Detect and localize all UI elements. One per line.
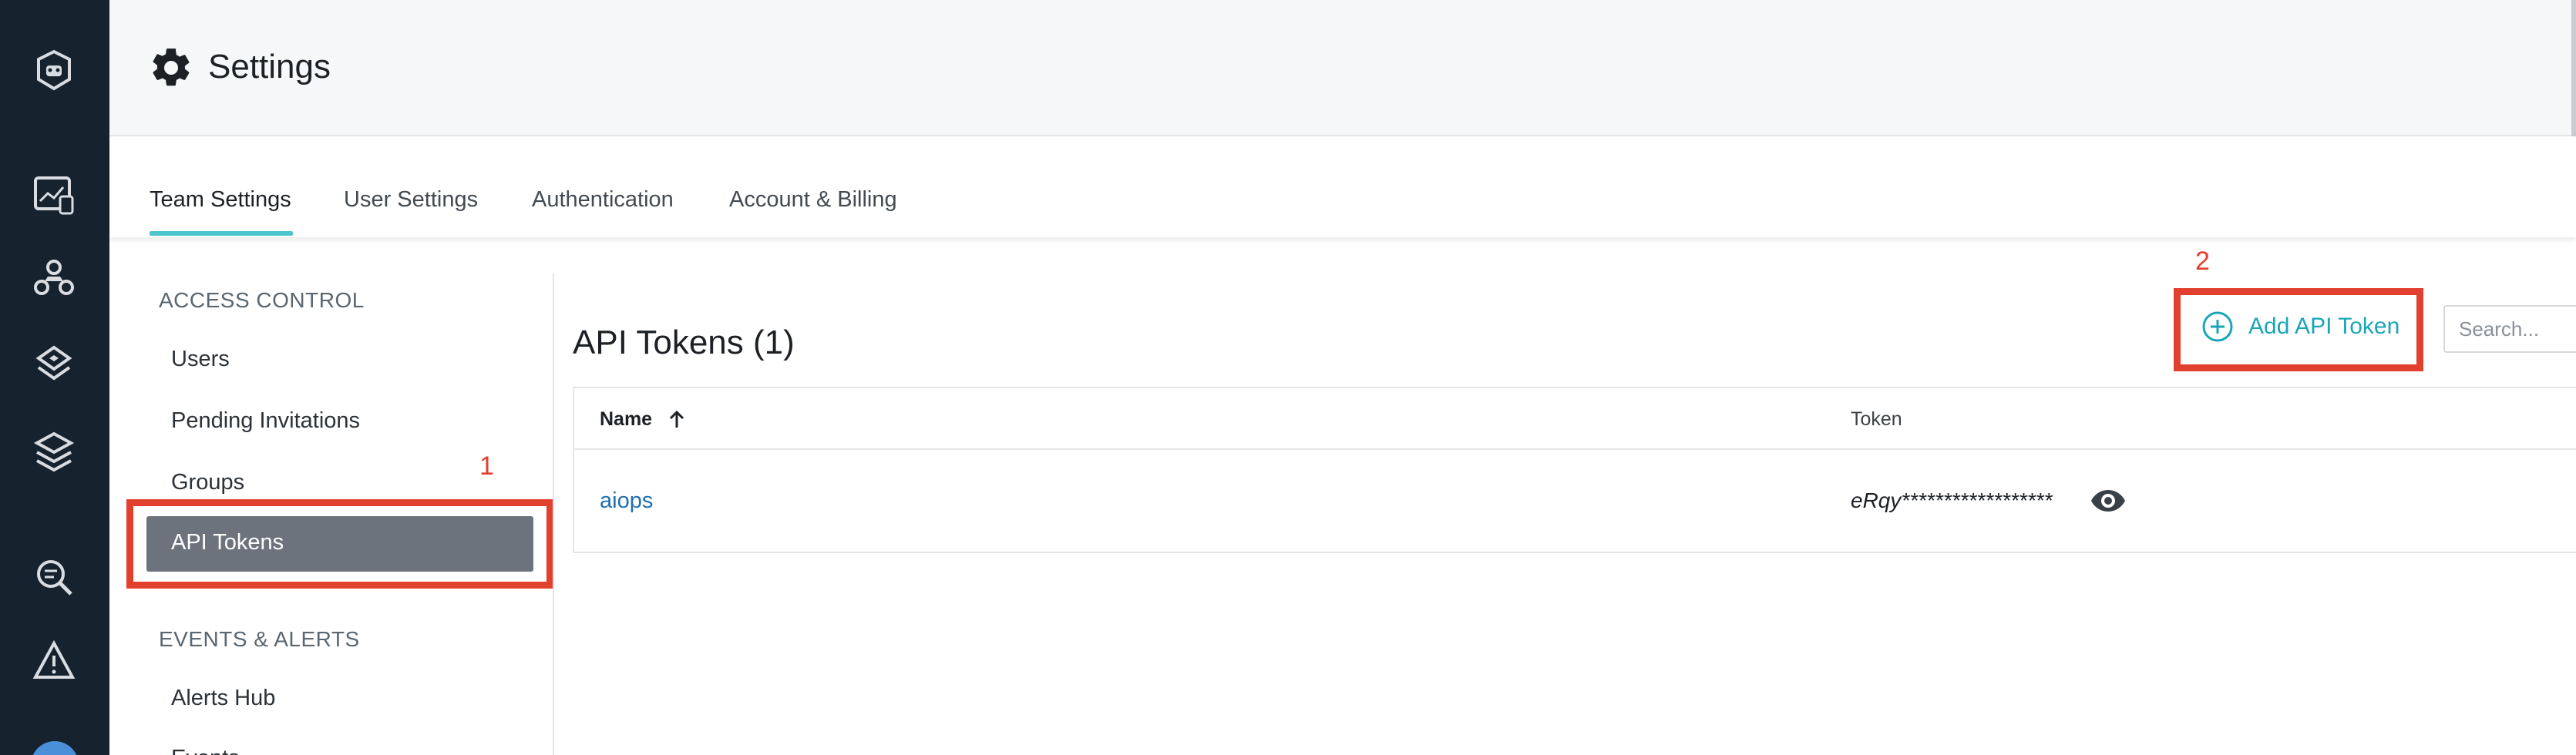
integrations-icon[interactable] <box>27 339 81 393</box>
search-analytics-icon[interactable] <box>27 550 81 604</box>
tab-user-settings[interactable]: User Settings <box>344 187 478 213</box>
arrow-up-icon[interactable] <box>666 409 688 431</box>
alert-triangle-icon[interactable] <box>27 635 81 689</box>
plus-circle-icon <box>2202 311 2233 342</box>
tab-authentication[interactable]: Authentication <box>532 187 674 213</box>
eye-icon[interactable] <box>2090 482 2127 519</box>
infrastructure-icon[interactable] <box>27 253 81 307</box>
sidebar-item-events[interactable]: Events <box>171 746 240 755</box>
annotation-2: 2 <box>2195 247 2210 276</box>
sidebar-divider <box>553 273 554 755</box>
settings-tabs: Team Settings User Settings Authenticati… <box>109 136 2576 237</box>
highlight-box-1 <box>126 499 553 589</box>
sidebar-item-alerts-hub[interactable]: Alerts Hub <box>171 686 275 711</box>
annotation-1: 1 <box>479 451 494 481</box>
sidebar-item-pending-invitations[interactable]: Pending Invitations <box>171 408 360 434</box>
token-name-link[interactable]: aiops <box>600 488 653 514</box>
sidebar-item-users[interactable]: Users <box>171 347 230 372</box>
section-heading-events-alerts: EVENTS & ALERTS <box>159 627 360 651</box>
tab-team-settings[interactable]: Team Settings <box>150 187 291 213</box>
layers-icon[interactable] <box>27 425 81 479</box>
column-header-name[interactable]: Name <box>600 408 688 431</box>
tab-account-billing[interactable]: Account & Billing <box>729 187 897 213</box>
logo-icon[interactable] <box>27 43 81 97</box>
column-header-token: Token <box>1851 408 1902 430</box>
api-tokens-title: API Tokens (1) <box>573 324 795 361</box>
search-input[interactable] <box>2443 305 2576 353</box>
active-tab-indicator <box>150 231 293 236</box>
add-api-token-label[interactable]: Add API Token <box>2248 314 2399 340</box>
column-header-name-label[interactable]: Name <box>600 408 652 431</box>
token-value: eRqy****************** <box>1851 488 2053 512</box>
table-header: Name Token <box>574 388 2576 450</box>
section-heading-access-control: ACCESS CONTROL <box>159 288 365 312</box>
api-tokens-table: Name Token aiops eRqy****************** <box>573 387 2576 553</box>
scrollbar[interactable] <box>2571 0 2576 136</box>
dashboard-icon[interactable] <box>27 168 81 222</box>
gear-icon <box>153 48 190 86</box>
page-title: Settings <box>208 48 331 86</box>
add-api-token-button[interactable]: Add API Token <box>2201 310 2399 344</box>
sidebar-item-groups[interactable]: Groups <box>171 470 244 495</box>
page-header: Settings <box>109 0 2576 136</box>
app-rail <box>0 0 109 755</box>
settings-sidebar: ACCESS CONTROL Users Pending Invitations… <box>109 237 553 755</box>
avatar[interactable] <box>31 741 79 755</box>
